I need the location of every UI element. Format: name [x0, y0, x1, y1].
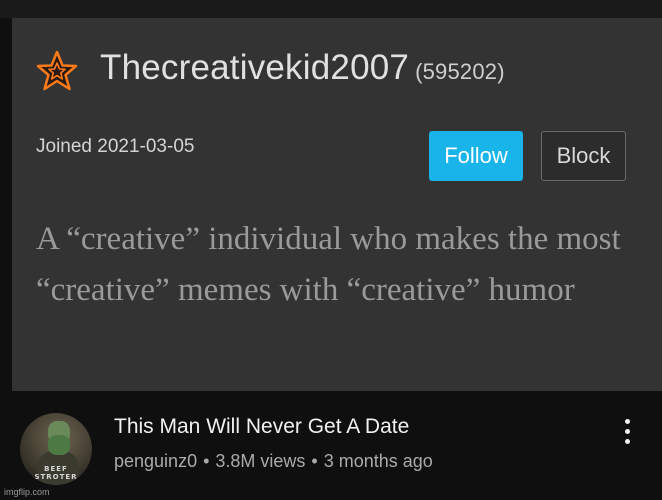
top-bar — [0, 0, 662, 18]
avatar-figure-beard — [48, 435, 70, 455]
profile-bio: A “creative” individual who makes the mo… — [36, 221, 621, 308]
star-icon — [36, 50, 78, 91]
more-options-icon[interactable] — [617, 419, 637, 449]
profile-username[interactable]: Thecreativekid2007 (595202) — [100, 48, 505, 88]
user-points: (595202) — [415, 59, 505, 84]
follow-button[interactable]: Follow — [429, 131, 523, 181]
channel-name[interactable]: penguinz0 — [114, 451, 197, 471]
video-title[interactable]: This Man Will Never Get A Date — [114, 415, 409, 439]
meta-separator: • — [311, 451, 318, 471]
avatar-caption: BEEF STROTER — [34, 465, 78, 481]
video-item[interactable]: BEEF STROTER This Man Will Never Get A D… — [0, 391, 662, 500]
block-button[interactable]: Block — [541, 131, 626, 181]
channel-avatar[interactable]: BEEF STROTER — [20, 413, 92, 485]
joined-date: Joined 2021-03-05 — [36, 136, 195, 157]
view-count: 3.8M views — [215, 451, 306, 471]
watermark: imgflip.com — [4, 487, 50, 497]
upload-age: 3 months ago — [323, 451, 433, 471]
meta-separator: • — [203, 451, 210, 471]
video-meta: penguinz0 • 3.8M views • 3 months ago — [114, 451, 433, 472]
profile-card: Thecreativekid2007 (595202) Joined 2021-0… — [12, 18, 662, 391]
username-text[interactable]: Thecreativekid2007 — [100, 48, 409, 87]
